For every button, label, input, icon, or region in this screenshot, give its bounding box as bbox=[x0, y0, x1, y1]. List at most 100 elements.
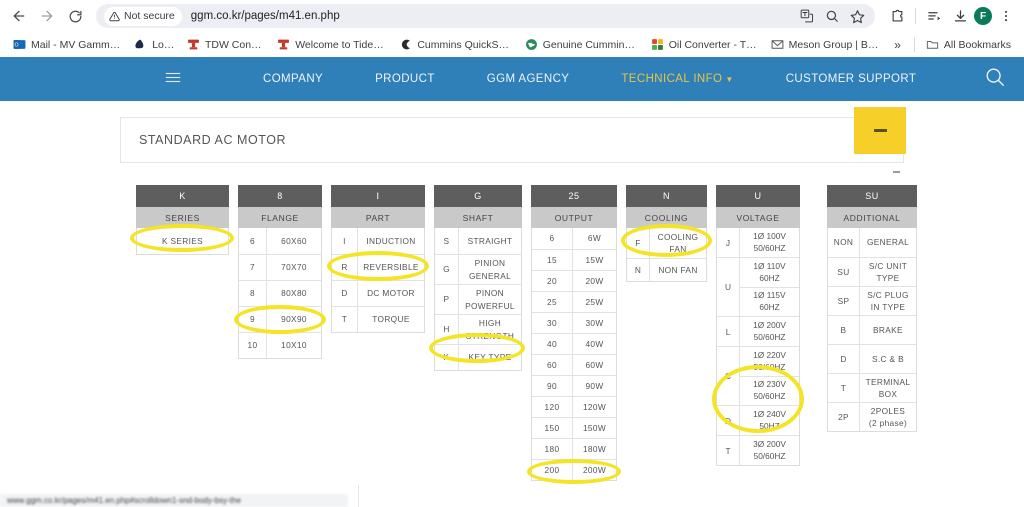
reading-list-icon[interactable] bbox=[922, 4, 946, 28]
table-row[interactable]: NONGENERAL bbox=[828, 228, 916, 257]
table-row[interactable]: TTERMINALBOX bbox=[828, 373, 916, 402]
table-row[interactable]: K SERIES bbox=[137, 228, 228, 254]
cell-key: 60 bbox=[532, 355, 573, 375]
table-row[interactable]: 120120W bbox=[532, 396, 616, 417]
voltage-group[interactable]: T 3Ø 200V50/60HZ bbox=[717, 435, 799, 465]
bookmark-item[interactable]: Meson Group | Butt... bbox=[765, 36, 887, 53]
voltage-group[interactable]: D 1Ø 240V50HZ bbox=[717, 405, 799, 435]
cell-key: SP bbox=[828, 287, 860, 315]
table-row[interactable]: 4040W bbox=[532, 333, 616, 354]
table-row[interactable]: KKEY TYPE bbox=[435, 344, 521, 370]
cell-key: R bbox=[332, 255, 358, 280]
bookmark-item[interactable]: Welcome to Tidewa... bbox=[271, 36, 393, 53]
hamburger-menu-icon[interactable] bbox=[165, 71, 181, 87]
table-row[interactable]: 6060W bbox=[532, 354, 616, 375]
voltage-group[interactable]: J 1Ø 100V50/60HZ bbox=[717, 228, 799, 257]
extensions-icon[interactable] bbox=[885, 4, 909, 28]
table-row[interactable]: 990X90 bbox=[239, 306, 321, 332]
table-row[interactable]: BBRAKE bbox=[828, 315, 916, 344]
reload-button[interactable] bbox=[62, 3, 88, 29]
search-icon[interactable] bbox=[984, 66, 1006, 93]
cell-line: 1Ø 220V bbox=[753, 350, 786, 362]
omnibox-icons bbox=[799, 8, 871, 24]
voltage-group[interactable]: U 1Ø 110V60HZ 1Ø 115V60HZ bbox=[717, 257, 799, 316]
table-row[interactable]: DS.C & B bbox=[828, 344, 916, 373]
cell-line: 1Ø 110V bbox=[753, 261, 785, 273]
profile-avatar[interactable]: F bbox=[974, 7, 992, 25]
forward-button[interactable] bbox=[34, 3, 60, 29]
table-row[interactable]: TTORQUE bbox=[332, 306, 424, 332]
table-row[interactable]: 660X60 bbox=[239, 228, 321, 254]
downloads-icon[interactable] bbox=[948, 4, 972, 28]
column-rows: 66W 1515W 2020W 2525W 3030W 4040W 6060W … bbox=[531, 228, 617, 481]
back-button[interactable] bbox=[6, 3, 32, 29]
nav-item-ggm-agency[interactable]: GGM AGENCY bbox=[461, 73, 596, 85]
cell-key: T bbox=[717, 436, 740, 465]
bookmark-item[interactable]: Login bbox=[128, 36, 181, 53]
zoom-icon[interactable] bbox=[824, 8, 840, 24]
panel-header: STANDARD AC MOTOR bbox=[120, 117, 904, 163]
collapse-panel-button[interactable] bbox=[854, 107, 906, 154]
tdw-icon bbox=[187, 38, 200, 51]
table-row[interactable]: 880X80 bbox=[239, 280, 321, 306]
table-row[interactable]: FCOOLINGFAN bbox=[627, 228, 706, 258]
bookmarks-overflow-button[interactable]: » bbox=[886, 36, 909, 54]
cell-value: PINIONGENERAL bbox=[459, 255, 521, 284]
cell-value: 10X10 bbox=[267, 333, 321, 358]
table-row[interactable]: 770X70 bbox=[239, 254, 321, 280]
bookmark-label: Meson Group | Butt... bbox=[789, 39, 881, 51]
table-row[interactable]: 200200W bbox=[532, 459, 616, 480]
table-row[interactable]: DDC MOTOR bbox=[332, 280, 424, 306]
table-row[interactable]: IINDUCTION bbox=[332, 228, 424, 254]
cell-value: S/C UNITTYPE bbox=[860, 258, 916, 286]
cummins-icon bbox=[399, 38, 412, 51]
nav-item-technical-info[interactable]: TECHNICAL INFO▼ bbox=[595, 73, 759, 85]
table-row[interactable]: 3030W bbox=[532, 312, 616, 333]
voltage-group[interactable]: L 1Ø 200V50/60HZ bbox=[717, 316, 799, 346]
cell-key: T bbox=[332, 307, 358, 332]
table-row[interactable]: 66W bbox=[532, 228, 616, 249]
column-title: VOLTAGE bbox=[716, 207, 800, 228]
cell-line: PINON bbox=[476, 287, 504, 299]
table-row[interactable]: NNON FAN bbox=[627, 258, 706, 281]
address-bar[interactable]: Not secure ggm.co.kr/pages/m41.en.php bbox=[96, 4, 875, 28]
cell-key: L bbox=[717, 317, 740, 346]
voltage-values: 1Ø 110V60HZ 1Ø 115V60HZ bbox=[740, 258, 799, 316]
table-row[interactable]: 180180W bbox=[532, 438, 616, 459]
cell-key: NON bbox=[828, 228, 860, 257]
table-row[interactable]: HHIGHSTRENGTH bbox=[435, 314, 521, 344]
cell-value: DC MOTOR bbox=[358, 281, 424, 306]
nav-item-company[interactable]: COMPANY bbox=[237, 73, 349, 85]
column-title: SERIES bbox=[136, 207, 229, 228]
translate-icon[interactable] bbox=[799, 8, 815, 24]
table-row[interactable]: GPINIONGENERAL bbox=[435, 254, 521, 284]
cell-line: HIGH bbox=[479, 317, 501, 329]
table-row[interactable]: SPS/C PLUGIN TYPE bbox=[828, 286, 916, 315]
nav-item-product[interactable]: PRODUCT bbox=[349, 73, 461, 85]
bookmark-item[interactable]: Genuine Cummins P... bbox=[519, 36, 645, 53]
all-bookmarks-button[interactable]: All Bookmarks bbox=[920, 36, 1017, 53]
table-row[interactable]: 1515W bbox=[532, 249, 616, 270]
security-indicator[interactable]: Not secure bbox=[104, 7, 182, 26]
table-row[interactable]: SUS/C UNITTYPE bbox=[828, 257, 916, 286]
table-row[interactable]: 2525W bbox=[532, 291, 616, 312]
bookmark-item[interactable]: O Mail - MV Gammag... bbox=[7, 36, 128, 53]
nav-item-customer-support[interactable]: CUSTOMER SUPPORT bbox=[760, 73, 943, 85]
table-row[interactable]: SSTRAIGHT bbox=[435, 228, 521, 254]
table-row[interactable]: RREVERSIBLE bbox=[332, 254, 424, 280]
bookmark-item[interactable]: Cummins QuickServ... bbox=[393, 36, 518, 53]
cell-key: K bbox=[435, 345, 459, 370]
table-row[interactable]: 2P2POLES(2 phase) bbox=[828, 402, 916, 431]
table-row[interactable]: 2020W bbox=[532, 270, 616, 291]
code-column-voltage: U VOLTAGE J 1Ø 100V50/60HZ U 1Ø 1 bbox=[716, 185, 800, 466]
bookmark-star-icon[interactable] bbox=[849, 8, 865, 24]
table-row[interactable]: 150150W bbox=[532, 417, 616, 438]
table-row[interactable]: 1010X10 bbox=[239, 332, 321, 358]
chevron-down-icon: ▼ bbox=[725, 75, 733, 84]
voltage-group[interactable]: C 1Ø 220V50/60HZ 1Ø 230V50/60HZ bbox=[717, 346, 799, 405]
table-row[interactable]: 9090W bbox=[532, 375, 616, 396]
kebab-menu-icon[interactable] bbox=[994, 4, 1018, 28]
bookmark-item[interactable]: Oil Converter - The... bbox=[645, 36, 765, 53]
bookmark-item[interactable]: TDW Connect bbox=[181, 36, 271, 53]
table-row[interactable]: PPINONPOWERFUL bbox=[435, 284, 521, 314]
